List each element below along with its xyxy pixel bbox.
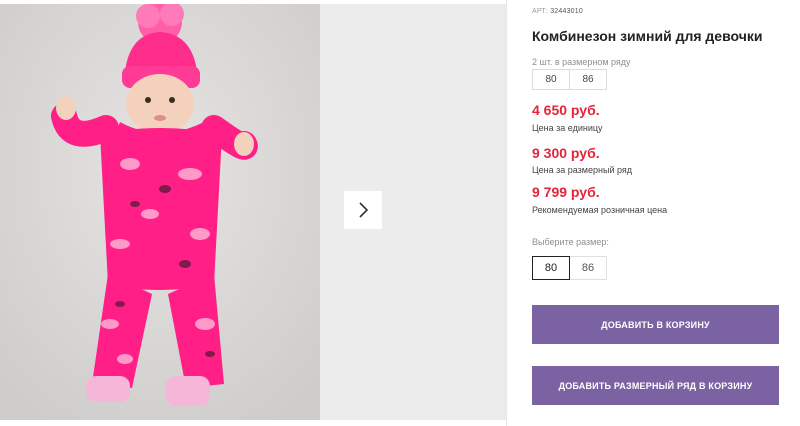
price-recommended-note: Рекомендуемая розничная цена (532, 205, 668, 215)
size-option-86[interactable]: 86 (569, 256, 607, 280)
price-per-unit: 4 650 руб. (532, 102, 600, 118)
add-to-cart-button[interactable]: ДОБАВИТЬ В КОРЗИНУ (532, 305, 779, 344)
chevron-right-icon (359, 202, 369, 218)
price-per-unit-note: Цена за единицу (532, 123, 603, 133)
sku-value: 32443010 (550, 8, 583, 15)
divider (506, 0, 507, 426)
size-row-item: 80 (532, 69, 570, 90)
sku: АРТ: 32443010 (532, 8, 583, 15)
size-selector: 80 86 (532, 256, 607, 280)
price-per-row-note: Цена за размерный ряд (532, 165, 633, 175)
size-row: 80 86 (532, 69, 607, 90)
gallery-next-button[interactable] (344, 191, 382, 229)
sku-label: АРТ: (532, 8, 549, 15)
size-row-item: 86 (569, 69, 607, 90)
product-title: Комбинезон зимний для девочки (532, 28, 763, 44)
price-per-row: 9 300 руб. (532, 145, 600, 161)
add-size-row-to-cart-button[interactable]: ДОБАВИТЬ РАЗМЕРНЫЙ РЯД В КОРЗИНУ (532, 366, 779, 405)
size-row-label: 2 шт. в размерном ряду (532, 57, 631, 67)
product-gallery (0, 0, 520, 426)
product-photo-illustration (0, 4, 320, 420)
size-option-80[interactable]: 80 (532, 256, 570, 280)
choose-size-label: Выберите размер: (532, 237, 609, 247)
price-recommended: 9 799 руб. (532, 184, 600, 200)
product-photo[interactable] (0, 4, 320, 420)
